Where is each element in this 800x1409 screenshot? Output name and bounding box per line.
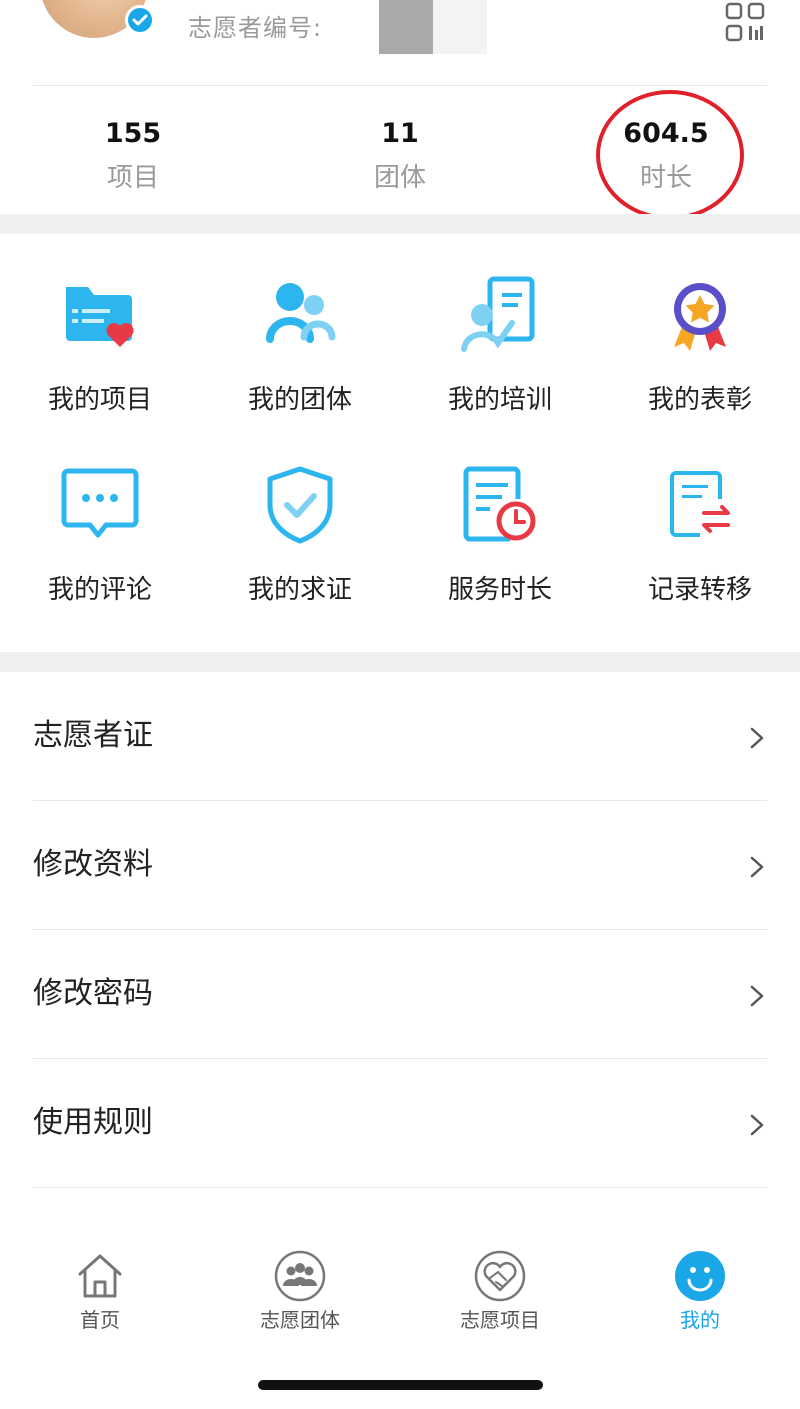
grid-label: 我的团体	[247, 385, 352, 415]
grid-label: 我的评论	[47, 575, 152, 605]
verified-check-icon	[125, 5, 155, 35]
tab-mine[interactable]: 我的	[600, 1250, 800, 1334]
tab-volunteer-groups[interactable]: 志愿团体	[200, 1250, 400, 1334]
home-indicator[interactable]	[258, 1380, 543, 1390]
qr-code-icon[interactable]	[725, 2, 765, 42]
bottom-tab-bar: 首页 志愿团体 志愿项目 我的	[0, 1236, 800, 1409]
tab-home[interactable]: 首页	[0, 1250, 200, 1334]
tab-label: 首页	[80, 1308, 120, 1332]
group-icon	[260, 275, 340, 355]
training-icon	[460, 275, 540, 355]
grid-my-projects[interactable]: 我的项目	[0, 275, 200, 417]
menu-label: 使用规则	[33, 1105, 153, 1140]
volunteer-id-label: 志愿者编号:	[188, 14, 323, 42]
grid-my-groups[interactable]: 我的团体	[200, 275, 400, 417]
grid-my-comments[interactable]: 我的评论	[0, 465, 200, 607]
grid-record-transfer[interactable]: 记录转移	[600, 465, 800, 607]
grid-my-verification[interactable]: 我的求证	[200, 465, 400, 607]
grid-label: 记录转移	[647, 575, 752, 605]
menu-label: 修改资料	[33, 847, 153, 882]
comment-icon	[60, 465, 140, 545]
stat-value: 155	[104, 118, 162, 149]
divider	[33, 1187, 767, 1188]
menu-label: 志愿者证	[33, 718, 153, 753]
medal-icon	[660, 275, 740, 355]
profile-header: 志愿者编号:	[0, 0, 800, 86]
menu-volunteer-card[interactable]: 志愿者证	[33, 672, 767, 801]
stat-projects[interactable]: 155 项目	[33, 116, 233, 198]
chevron-right-icon	[750, 856, 764, 878]
menu-change-password[interactable]: 修改密码	[33, 930, 767, 1059]
chevron-right-icon	[750, 985, 764, 1007]
tab-label: 志愿团体	[260, 1308, 340, 1332]
grid-my-training[interactable]: 我的培训	[400, 275, 600, 417]
section-divider	[0, 652, 800, 672]
home-icon	[74, 1250, 126, 1302]
menu-usage-rules[interactable]: 使用规则	[33, 1059, 767, 1188]
grid-label: 服务时长	[447, 575, 552, 605]
menu-edit-profile[interactable]: 修改资料	[33, 801, 767, 930]
tab-label: 志愿项目	[460, 1308, 540, 1332]
stat-label: 团体	[373, 163, 426, 193]
grid-my-awards[interactable]: 我的表彰	[600, 275, 800, 417]
grid-label: 我的培训	[447, 385, 552, 415]
heart-handshake-icon	[474, 1250, 526, 1302]
tab-volunteer-projects[interactable]: 志愿项目	[400, 1250, 600, 1334]
grid-label: 我的项目	[47, 385, 152, 415]
team-icon	[274, 1250, 326, 1302]
folder-heart-icon	[60, 275, 140, 355]
grid-label: 我的求证	[247, 575, 352, 605]
shield-check-icon	[260, 465, 340, 545]
highlight-circle	[596, 90, 744, 220]
menu-label: 修改密码	[33, 976, 153, 1011]
document-clock-icon	[460, 465, 540, 545]
stat-label: 项目	[106, 163, 159, 193]
stat-value: 11	[381, 118, 419, 149]
chevron-right-icon	[750, 1114, 764, 1136]
document-transfer-icon	[660, 465, 740, 545]
tab-label: 我的	[680, 1308, 720, 1332]
grid-label: 我的表彰	[647, 385, 752, 415]
volunteer-id-value-redacted	[379, 0, 487, 54]
smile-icon	[674, 1250, 726, 1302]
grid-service-hours[interactable]: 服务时长	[400, 465, 600, 607]
stat-groups[interactable]: 11 团体	[300, 116, 500, 198]
chevron-right-icon	[750, 727, 764, 749]
divider	[33, 85, 767, 86]
section-divider	[0, 214, 800, 234]
